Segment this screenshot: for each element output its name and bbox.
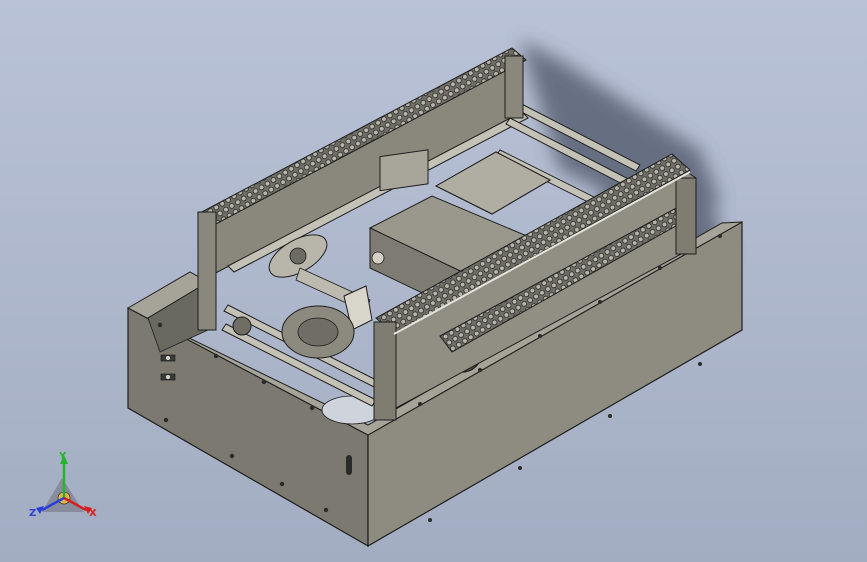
x-axis-label: X (89, 508, 97, 519)
y-axis-label: Y (58, 451, 67, 462)
z-axis-label: Z (29, 508, 36, 519)
cad-viewport[interactable]: Y X Z (0, 0, 867, 562)
orientation-triad: Y X Z (29, 451, 97, 519)
